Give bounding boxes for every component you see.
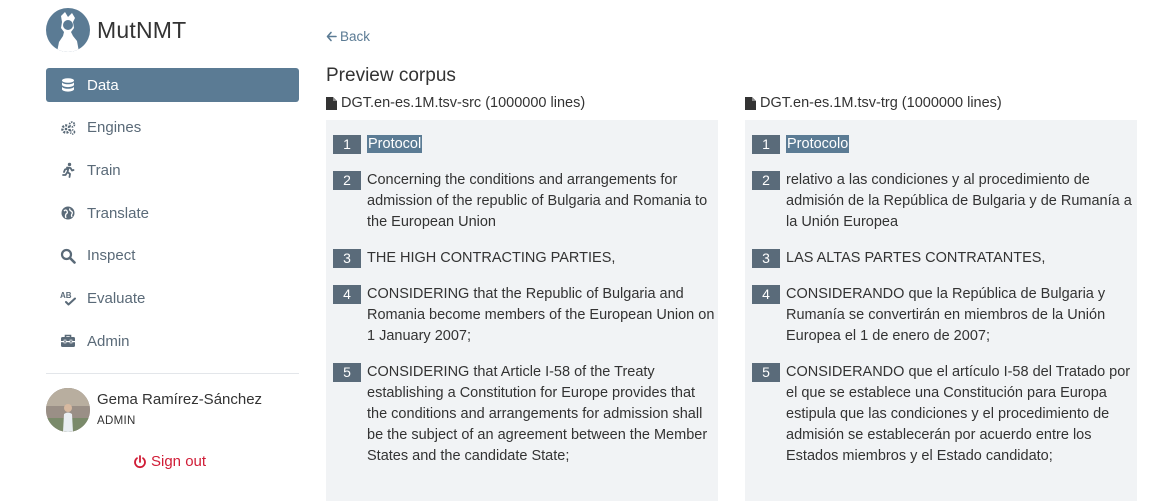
line-text: Protocol [367, 134, 718, 155]
line-text: Protocolo [786, 134, 1137, 155]
source-lines-panel: 1 Protocol 2 Concerning the conditions a… [326, 120, 718, 501]
line-text: CONSIDERING that Article I-58 of the Tre… [367, 364, 708, 464]
list-item: 2 Concerning the conditions and arrangem… [333, 170, 718, 233]
list-item: 2 relativo a las condiciones y al proced… [752, 170, 1137, 233]
sidebar-item-label: Evaluate [87, 289, 146, 307]
sidebar-item-train[interactable]: Train [46, 153, 299, 187]
sign-out-button[interactable]: Sign out [133, 453, 206, 470]
line-number: 3 [752, 249, 780, 268]
toolbox-icon [60, 333, 76, 349]
arrow-left-icon [326, 31, 337, 42]
line-text: CONSIDERING that the Republic of Bulgari… [367, 286, 715, 344]
page-title: Preview corpus [326, 65, 456, 86]
sidebar-divider [46, 373, 299, 374]
sidebar-item-engines[interactable]: Engines [46, 111, 299, 145]
avatar [46, 388, 90, 432]
list-item: 5 CONSIDERANDO que el artículo I-58 del … [752, 362, 1137, 467]
sidebar-item-data[interactable]: Data [46, 68, 299, 102]
line-text: CONSIDERANDO que el artículo I-58 del Tr… [786, 364, 1131, 464]
sign-out-label: Sign out [151, 453, 207, 470]
line-number: 4 [333, 285, 361, 304]
list-item: 4 CONSIDERANDO que la República de Bulga… [752, 284, 1137, 347]
line-number: 5 [333, 363, 361, 382]
sidebar-item-label: Data [87, 76, 119, 94]
back-label: Back [340, 29, 371, 44]
sidebar-item-label: Train [87, 161, 121, 179]
line-number: 5 [752, 363, 780, 382]
source-file-label: DGT.en-es.1M.tsv-src (1000000 lines) [341, 95, 586, 111]
line-number: 2 [333, 171, 361, 190]
list-item: 3 LAS ALTAS PARTES CONTRATANTES, [752, 248, 1137, 269]
search-icon [60, 248, 76, 264]
line-text: relativo a las condiciones y al procedim… [786, 172, 1132, 230]
line-text: Concerning the conditions and arrangemen… [367, 172, 708, 230]
logo-icon [46, 8, 90, 52]
globe-icon [60, 205, 76, 221]
line-text-highlight: Protocol [367, 135, 423, 153]
user-profile[interactable]: Gema Ramírez-Sánchez ADMIN [46, 388, 262, 432]
user-role: ADMIN [97, 415, 136, 427]
sidebar-item-label: Translate [87, 204, 149, 222]
line-number: 2 [752, 171, 780, 190]
svg-text:AB: AB [60, 291, 72, 300]
line-number: 4 [752, 285, 780, 304]
brand-name: MutNMT [97, 16, 187, 43]
spell-check-icon: AB [60, 290, 76, 306]
power-icon [134, 454, 146, 468]
sidebar-item-translate[interactable]: Translate [46, 196, 299, 230]
sidebar-item-label: Admin [87, 332, 130, 350]
sidebar-item-evaluate[interactable]: AB Evaluate [46, 281, 299, 315]
list-item: 3 THE HIGH CONTRACTING PARTIES, [333, 248, 718, 269]
file-icon [745, 96, 756, 110]
running-icon [60, 162, 76, 179]
sidebar-nav: Data Engines Train Translate Inspect AB … [46, 68, 299, 367]
sidebar: MutNMT Data Engines Train Translate Insp… [0, 0, 310, 501]
target-corpus-column: DGT.en-es.1M.tsv-trg (1000000 lines) 1 P… [745, 93, 1137, 501]
line-number: 1 [752, 135, 780, 154]
line-number: 3 [333, 249, 361, 268]
user-name: Gema Ramírez-Sánchez [97, 391, 263, 408]
source-corpus-column: DGT.en-es.1M.tsv-src (1000000 lines) 1 P… [326, 93, 718, 501]
source-file-header: DGT.en-es.1M.tsv-src (1000000 lines) [326, 93, 718, 113]
target-lines-panel: 1 Protocolo 2 relativo a las condiciones… [745, 120, 1137, 501]
line-text: CONSIDERANDO que la República de Bulgari… [786, 286, 1106, 344]
sidebar-item-label: Engines [87, 119, 142, 137]
file-icon [326, 96, 337, 110]
line-text-highlight: Protocolo [786, 135, 850, 153]
line-text: LAS ALTAS PARTES CONTRATANTES, [786, 250, 1046, 266]
list-item: 4 CONSIDERING that the Republic of Bulga… [333, 284, 718, 347]
back-link[interactable]: Back [326, 29, 370, 44]
database-icon [60, 77, 76, 93]
list-item: 1 Protocol [333, 134, 718, 155]
brand[interactable]: MutNMT [46, 8, 186, 52]
target-file-header: DGT.en-es.1M.tsv-trg (1000000 lines) [745, 93, 1137, 113]
list-item: 1 Protocolo [752, 134, 1137, 155]
sidebar-item-label: Inspect [87, 247, 136, 265]
user-info: Gema Ramírez-Sánchez ADMIN [97, 391, 262, 427]
list-item: 5 CONSIDERING that Article I-58 of the T… [333, 362, 718, 467]
line-number: 1 [333, 135, 361, 154]
line-text: THE HIGH CONTRACTING PARTIES, [367, 250, 616, 266]
cogs-icon [60, 120, 76, 136]
sidebar-item-admin[interactable]: Admin [46, 324, 299, 358]
sidebar-item-inspect[interactable]: Inspect [46, 239, 299, 273]
target-file-label: DGT.en-es.1M.tsv-trg (1000000 lines) [760, 95, 1002, 111]
